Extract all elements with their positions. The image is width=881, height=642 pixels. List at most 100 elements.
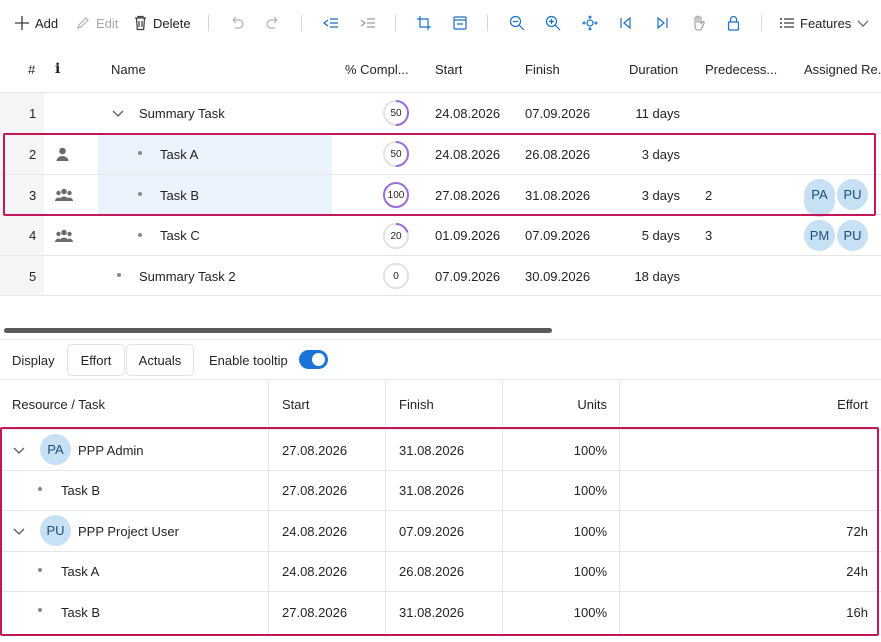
column-header-effort[interactable]: Effort <box>700 379 868 429</box>
add-label: Add <box>35 15 59 31</box>
people-icon <box>55 215 73 256</box>
column-header-duration[interactable]: Duration <box>629 46 678 92</box>
hand-icon <box>690 15 707 31</box>
progress-label: 50 <box>390 107 402 119</box>
bullet-icon <box>117 273 121 277</box>
window-icon <box>452 15 468 31</box>
features-dropdown[interactable]: Features <box>779 12 870 34</box>
indent-icon <box>359 15 376 31</box>
fit-view-button[interactable] <box>582 12 598 34</box>
row-index: 1 <box>29 105 37 121</box>
outdent-button[interactable] <box>322 12 339 34</box>
display-label: Display <box>12 352 55 368</box>
scroll-to-start-button[interactable] <box>618 12 634 34</box>
column-header-info[interactable]: i <box>55 46 60 92</box>
zoom-in-icon <box>545 15 561 31</box>
delete-button[interactable]: Delete <box>133 12 191 34</box>
duration: 18 days <box>634 268 680 284</box>
resource-table: Resource / Task Start Finish Units Effor… <box>0 379 881 642</box>
enable-tooltip-switch[interactable] <box>299 350 328 369</box>
table-row[interactable]: 4 Task C 20 01.09.2026 07.09.2026 5 days… <box>0 215 881 256</box>
start-date: 07.09.2026 <box>435 268 501 284</box>
table-row[interactable]: 5 Summary Task 2 0 07.09.2026 30.09.2026… <box>0 256 881 296</box>
features-label: Features <box>800 15 852 31</box>
crop-link-icon <box>416 15 432 31</box>
avatar[interactable]: PM <box>804 220 835 251</box>
toolbar-divider <box>395 15 396 31</box>
toolbar-divider <box>208 15 209 31</box>
column-header-finish[interactable]: Finish <box>525 46 560 92</box>
column-header-finish[interactable]: Finish <box>399 379 434 429</box>
list-icon <box>779 15 795 31</box>
redo-button[interactable] <box>265 12 281 34</box>
start-date: 24.08.2026 <box>435 105 501 121</box>
tooltip-label: Enable tooltip <box>209 352 288 368</box>
progress-label: 20 <box>390 230 402 242</box>
toolbar-divider <box>487 15 488 31</box>
progress-ring: 50 <box>382 99 410 127</box>
zoom-in-button[interactable] <box>545 12 561 34</box>
resource-highlight <box>0 427 879 636</box>
column-header-assigned[interactable]: Assigned Re... <box>804 46 881 92</box>
progress-ring: 20 <box>382 222 410 250</box>
undo-icon <box>229 15 245 31</box>
edit-button[interactable]: Edit <box>75 12 118 34</box>
skip-forward-icon <box>654 15 670 31</box>
actuals-toggle-button[interactable]: Actuals <box>127 345 193 375</box>
trash-icon <box>133 15 148 31</box>
edit-label: Edit <box>96 15 119 31</box>
column-header-resource[interactable]: Resource / Task <box>12 379 105 429</box>
horizontal-scrollbar[interactable] <box>0 326 881 336</box>
scroll-to-end-button[interactable] <box>654 12 670 34</box>
undo-button[interactable] <box>229 12 245 34</box>
chevron-down-icon <box>856 16 870 30</box>
column-header-predecessors[interactable]: Predecess... <box>705 46 777 92</box>
column-header-name[interactable]: Name <box>111 46 146 92</box>
column-header-start[interactable]: Start <box>435 46 462 92</box>
lock-icon <box>726 15 741 31</box>
plus-icon <box>14 15 30 31</box>
column-header-units[interactable]: Units <box>520 379 607 429</box>
toolbar-divider <box>301 15 302 31</box>
indent-button[interactable] <box>359 12 376 34</box>
avatar[interactable]: PU <box>837 220 868 251</box>
predecessors: 3 <box>705 228 713 243</box>
pan-button[interactable] <box>690 12 707 34</box>
row-index: 4 <box>29 228 37 243</box>
finish-date: 30.09.2026 <box>525 268 591 284</box>
task-name: Task C <box>160 228 200 243</box>
task-name: Summary Task <box>139 105 225 121</box>
delete-label: Delete <box>153 15 191 31</box>
lock-button[interactable] <box>726 12 741 34</box>
column-header-complete[interactable]: % Compl... <box>345 46 415 92</box>
progress-ring: 0 <box>382 262 410 290</box>
outdent-icon <box>322 15 339 31</box>
duration: 11 days <box>635 105 680 121</box>
bullet-icon <box>138 233 142 237</box>
row-index: 5 <box>29 268 37 284</box>
column-header-index[interactable]: # <box>28 46 35 92</box>
column-header-start[interactable]: Start <box>282 379 309 429</box>
zoom-out-icon <box>509 15 525 31</box>
finish-date: 07.09.2026 <box>525 228 591 243</box>
zoom-out-button[interactable] <box>509 12 525 34</box>
redo-icon <box>265 15 281 31</box>
collapse-chevron-icon[interactable] <box>111 93 125 133</box>
header-top-line <box>0 379 881 380</box>
duration: 5 days <box>641 228 680 243</box>
effort-toggle-button[interactable]: Effort <box>68 345 124 375</box>
pencil-icon <box>75 15 91 31</box>
link-tasks-button[interactable] <box>416 12 432 34</box>
task-name: Summary Task 2 <box>139 268 236 284</box>
add-button[interactable]: Add <box>14 12 58 34</box>
finish-date: 07.09.2026 <box>525 105 591 121</box>
move-arrows-icon <box>582 15 598 31</box>
progress-label: 0 <box>393 270 399 282</box>
toolbar-divider <box>761 15 762 31</box>
toolbar: Add Edit Delete Features <box>0 0 881 46</box>
display-bar: Display Effort Actuals Enable tooltip <box>0 340 881 380</box>
scrollbar-thumb[interactable] <box>4 328 552 333</box>
start-date: 01.09.2026 <box>435 228 501 243</box>
skip-back-icon <box>618 15 634 31</box>
task-details-button[interactable] <box>452 12 468 34</box>
